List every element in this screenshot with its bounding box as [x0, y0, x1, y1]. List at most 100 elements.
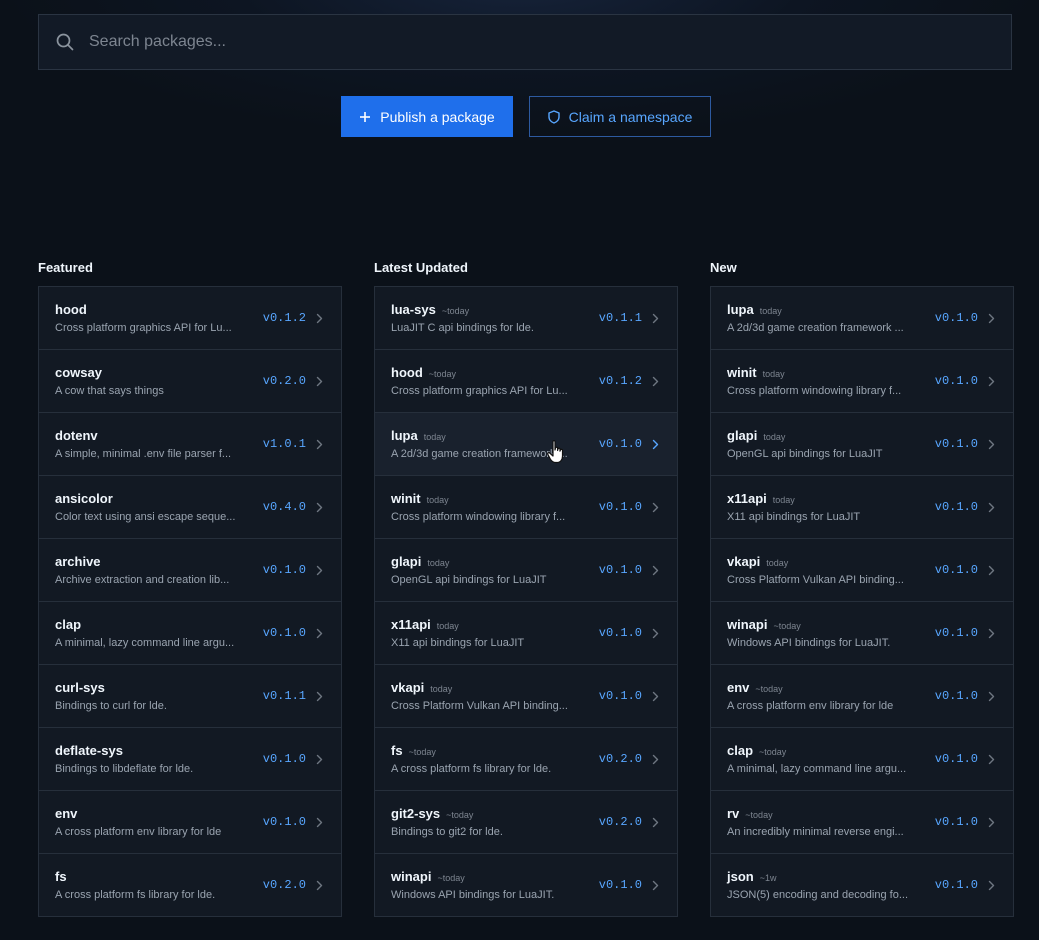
package-name: ansicolor [55, 491, 113, 506]
package-info: winit today Cross platform windowing libra… [391, 491, 585, 523]
package-row[interactable]: fs A cross platform fs library for lde. v0… [39, 854, 341, 916]
claim-namespace-button[interactable]: Claim a namespace [529, 96, 711, 137]
package-row[interactable]: glapi today OpenGL api bindings for LuaJIT… [711, 413, 1013, 476]
package-description: A minimal, lazy command line argu... [727, 763, 907, 775]
chevron-right-icon [316, 754, 323, 765]
package-description: Cross Platform Vulkan API binding... [727, 574, 904, 586]
chevron-right-icon [652, 880, 659, 891]
package-name: clap [727, 743, 754, 758]
package-description: Cross Platform Vulkan API binding... [391, 700, 568, 712]
package-description: JSON(5) encoding and decoding fo... [727, 889, 909, 901]
package-name: fs [55, 869, 67, 884]
package-description: Color text using ansi escape seque... [55, 511, 236, 523]
package-row[interactable]: x11api today X11 api bindings for LuaJIT v0… [711, 476, 1013, 539]
package-updated-time: ~1w [759, 873, 777, 883]
package-name: dotenv [55, 428, 98, 443]
package-info: x11api today X11 api bindings for LuaJIT [727, 491, 921, 523]
package-version: v1.0.1 [262, 437, 306, 451]
package-row[interactable]: fs ~today A cross platform fs library for … [375, 728, 677, 791]
package-version: v0.1.0 [934, 563, 978, 577]
package-info: winapi ~today Windows API bindings for Lua… [391, 869, 585, 901]
package-row[interactable]: hood ~today Cross platform graphics API fo… [375, 350, 677, 413]
package-info: lua-sys ~today LuaJIT C api bindings for l… [391, 302, 585, 334]
package-name: x11api [727, 491, 767, 506]
package-name-line: vkapi today [391, 680, 585, 695]
package-info: hood ~today Cross platform graphics API fo… [391, 365, 585, 397]
search-input[interactable] [87, 32, 1011, 52]
package-row[interactable]: vkapi today Cross Platform Vulkan API bind… [375, 665, 677, 728]
package-description: Bindings to git2 for lde. [391, 826, 503, 838]
chevron-right-icon [316, 880, 323, 891]
package-name: glapi [727, 428, 758, 443]
package-row[interactable]: cowsay A cow that says things v0.2.0 [39, 350, 341, 413]
package-name-line: winapi ~today [727, 617, 921, 632]
package-row[interactable]: rv ~today An incredibly minimal reverse en… [711, 791, 1013, 854]
package-row[interactable]: env A cross platform env library for lde v… [39, 791, 341, 854]
package-updated-time: ~today [446, 810, 474, 820]
package-row[interactable]: curl-sys Bindings to curl for lde. v0.1.1 [39, 665, 341, 728]
package-name-line: x11api today [391, 617, 585, 632]
package-row[interactable]: hood Cross platform graphics API for Lu..… [39, 287, 341, 350]
package-row[interactable]: deflate-sys Bindings to libdeflate for ld… [39, 728, 341, 791]
package-info: lupa today A 2d/3d game creation framework… [727, 302, 921, 334]
package-version: v0.1.0 [934, 752, 978, 766]
package-row[interactable]: lupa today A 2d/3d game creation framework… [375, 413, 677, 476]
package-updated-time: today [426, 495, 449, 505]
package-info: fs ~today A cross platform fs library for … [391, 743, 585, 775]
package-row[interactable]: dotenv A simple, minimal .env file parser… [39, 413, 341, 476]
package-updated-time: today [427, 558, 450, 568]
chevron-right-icon [652, 817, 659, 828]
package-row[interactable]: env ~today A cross platform env library fo… [711, 665, 1013, 728]
package-row[interactable]: winapi ~today Windows API bindings for Lua… [711, 602, 1013, 665]
package-name: clap [55, 617, 82, 632]
package-updated-time: today [772, 495, 795, 505]
hand-pointer-icon [547, 440, 564, 464]
chevron-right-icon [652, 313, 659, 324]
package-info: curl-sys Bindings to curl for lde. [55, 680, 249, 712]
package-name: vkapi [727, 554, 761, 569]
package-row[interactable]: clap A minimal, lazy command line argu...… [39, 602, 341, 665]
package-info: json ~1w JSON(5) encoding and decoding fo.… [727, 869, 921, 901]
chevron-right-icon [988, 565, 995, 576]
package-version: v0.1.1 [598, 311, 642, 325]
package-row[interactable]: clap ~today A minimal, lazy command line a… [711, 728, 1013, 791]
package-name: winit [391, 491, 421, 506]
package-row[interactable]: winit today Cross platform windowing libra… [711, 350, 1013, 413]
package-description: Cross platform windowing library f... [727, 385, 902, 397]
chevron-right-icon [988, 628, 995, 639]
package-row[interactable]: glapi today OpenGL api bindings for LuaJIT… [375, 539, 677, 602]
package-row[interactable]: x11api today X11 api bindings for LuaJIT v0… [375, 602, 677, 665]
action-buttons: Publish a package Claim a namespace [341, 96, 711, 137]
package-row[interactable]: lupa today A 2d/3d game creation framework… [711, 287, 1013, 350]
package-row[interactable]: winapi ~today Windows API bindings for Lua… [375, 854, 677, 916]
search-bar[interactable] [38, 14, 1012, 70]
chevron-right-icon [652, 439, 659, 450]
package-updated-time: ~today [428, 369, 457, 379]
package-name: vkapi [391, 680, 425, 695]
chevron-right-icon [988, 691, 995, 702]
package-info: fs A cross platform fs library for lde. [55, 869, 249, 901]
package-row[interactable]: vkapi today Cross Platform Vulkan API bind… [711, 539, 1013, 602]
chevron-right-icon [316, 691, 323, 702]
package-row[interactable]: git2-sys ~today Bindings to git2 for lde. v… [375, 791, 677, 854]
package-version: v0.1.0 [262, 815, 306, 829]
package-row[interactable]: lua-sys ~today LuaJIT C api bindings for l… [375, 287, 677, 350]
package-version: v0.1.0 [262, 626, 306, 640]
package-row[interactable]: winit today Cross platform windowing libra… [375, 476, 677, 539]
package-name-line: deflate-sys [55, 743, 249, 758]
package-updated-time: today [759, 306, 782, 316]
package-name: winapi [727, 617, 768, 632]
package-row[interactable]: archive Archive extraction and creation l… [39, 539, 341, 602]
package-name: x11api [391, 617, 431, 632]
package-name-line: fs [55, 869, 249, 884]
package-updated-time: ~today [759, 747, 787, 757]
package-name: archive [55, 554, 101, 569]
package-description: Windows API bindings for LuaJIT. [727, 637, 891, 649]
package-row[interactable]: ansicolor Color text using ansi escape se… [39, 476, 341, 539]
package-info: dotenv A simple, minimal .env file parser… [55, 428, 249, 460]
package-row[interactable]: json ~1w JSON(5) encoding and decoding fo.… [711, 854, 1013, 916]
search-icon [55, 32, 75, 52]
package-description: A cross platform fs library for lde. [391, 763, 552, 775]
package-version: v0.1.0 [598, 500, 642, 514]
publish-package-button[interactable]: Publish a package [341, 96, 513, 137]
